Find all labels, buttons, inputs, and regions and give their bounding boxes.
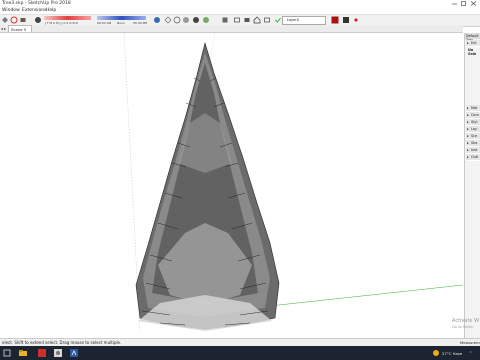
expand-arrow-icon: ▸ (467, 41, 469, 45)
tab-scroll-left-icon[interactable]: ◂ (1, 26, 3, 31)
pan-icon[interactable] (19, 16, 27, 24)
tray-panel-layers[interactable]: ▸ Lay (466, 126, 480, 133)
panel-label: Sce (471, 134, 478, 138)
chevron-up-icon[interactable]: ^ (469, 350, 472, 355)
pine-tree-model[interactable] (135, 41, 280, 331)
scene-canvas[interactable] (0, 33, 463, 338)
right-view-icon[interactable] (243, 16, 251, 24)
tray-panel-shadows[interactable]: ▸ Sha (466, 140, 480, 147)
panel-label: Styl (471, 120, 478, 124)
expand-arrow-icon: ▸ (467, 155, 469, 159)
textured-style-icon[interactable] (202, 16, 210, 24)
drawing-viewport[interactable] (0, 33, 463, 338)
iso-view-icon[interactable] (153, 16, 161, 24)
orbit-icon[interactable] (10, 16, 18, 24)
expand-arrow-icon: ▸ (467, 106, 469, 110)
tray-panel-instructor[interactable]: ▸ Inst (466, 147, 480, 154)
tray-panel-components[interactable]: ▸ Com (466, 112, 480, 119)
activation-watermark-title: Activate W (452, 318, 480, 324)
back-view-icon[interactable] (263, 16, 271, 24)
hidden-line-style-icon[interactable] (182, 16, 190, 24)
top-view-icon[interactable] (233, 16, 241, 24)
file-explorer-icon[interactable] (18, 348, 28, 358)
tab-scene-5[interactable]: Scene 5 (8, 25, 32, 32)
measurements-label: Measurem (460, 340, 480, 345)
minimize-button[interactable] (450, 0, 459, 7)
expand-arrow-icon: ▸ (467, 127, 469, 131)
tray-panel-styles[interactable]: ▸ Styl (466, 119, 480, 126)
menu-bar: Window Extensions Help (0, 7, 480, 14)
panel-label: Outl (471, 155, 479, 159)
component-icon[interactable] (331, 16, 339, 24)
paint-bucket-icon[interactable] (1, 16, 9, 24)
shaded-style-icon[interactable] (192, 16, 200, 24)
layer-select[interactable]: Layer0 (282, 16, 326, 25)
tray-header[interactable]: Default Tray (465, 33, 480, 42)
window-title: Tree3.skp - SketchUp Pro 2018 (2, 1, 71, 6)
panel-label: Inst (471, 148, 478, 152)
xray-style-icon[interactable] (164, 16, 172, 24)
title-bar: Tree3.skp - SketchUp Pro 2018 (0, 0, 480, 7)
close-button[interactable] (469, 0, 478, 7)
home-view-icon[interactable] (253, 16, 261, 24)
tray-panel-materials[interactable]: ▸ Mat (466, 105, 480, 112)
menu-extensions[interactable]: Extensions (22, 8, 46, 13)
expand-arrow-icon: ▸ (467, 113, 469, 117)
app-store-icon[interactable] (37, 348, 47, 358)
maximize-button[interactable] (459, 0, 468, 7)
shadows-toggle-icon[interactable] (34, 16, 42, 24)
taskbar: 27°C Haze ^ (0, 346, 480, 360)
shadow-month-slider[interactable] (44, 16, 91, 20)
panel-label: Mat (471, 106, 478, 110)
tray-panel-entity-info[interactable]: ▸ Ent (466, 40, 480, 47)
layer-check-icon[interactable] (274, 16, 282, 24)
photos-icon[interactable] (53, 348, 63, 358)
expand-arrow-icon: ▸ (467, 141, 469, 145)
task-view-icon[interactable] (2, 348, 12, 358)
activation-watermark-subtitle: Go to Settin (452, 325, 474, 329)
panel-label: Lay (471, 127, 477, 131)
wireframe-style-icon[interactable] (173, 16, 181, 24)
weather-icon[interactable] (431, 348, 441, 358)
entity-info-label: Ent (471, 41, 477, 45)
front-view-icon[interactable] (221, 16, 229, 24)
sketchup-taskbar-icon[interactable] (69, 348, 79, 358)
menu-window[interactable]: Window (2, 8, 20, 13)
shadow-time-slider[interactable] (97, 16, 146, 20)
panel-label: Com (471, 113, 479, 117)
ruby-console-icon[interactable] (352, 16, 360, 24)
dynamic-component-icon[interactable] (342, 16, 350, 24)
panel-label: Sha (471, 141, 478, 145)
layer-select-value: Layer0 (287, 18, 299, 22)
scene-tab-label: Scene 5 (11, 27, 27, 32)
tray-panel-scenes[interactable]: ▸ Sce (466, 133, 480, 140)
no-selection-text: No Sele (468, 48, 477, 56)
weather-text[interactable]: 27°C Haze (442, 351, 462, 356)
menu-help[interactable]: Help (46, 8, 56, 13)
scene-tab-strip: ◂ ▸ Scene 5 (0, 25, 463, 33)
tray-panel-outliner[interactable]: ▸ Outl (466, 154, 480, 161)
expand-arrow-icon: ▸ (467, 134, 469, 138)
expand-arrow-icon: ▸ (467, 148, 469, 152)
tab-scroll-right-icon[interactable]: ▸ (4, 26, 6, 31)
expand-arrow-icon: ▸ (467, 120, 469, 124)
default-tray: Default Tray ▸ Ent No Sele ▸ Mat ▸ Com ▸… (464, 33, 480, 338)
status-message: elect. Shift to extend select. Drag mous… (2, 340, 122, 345)
